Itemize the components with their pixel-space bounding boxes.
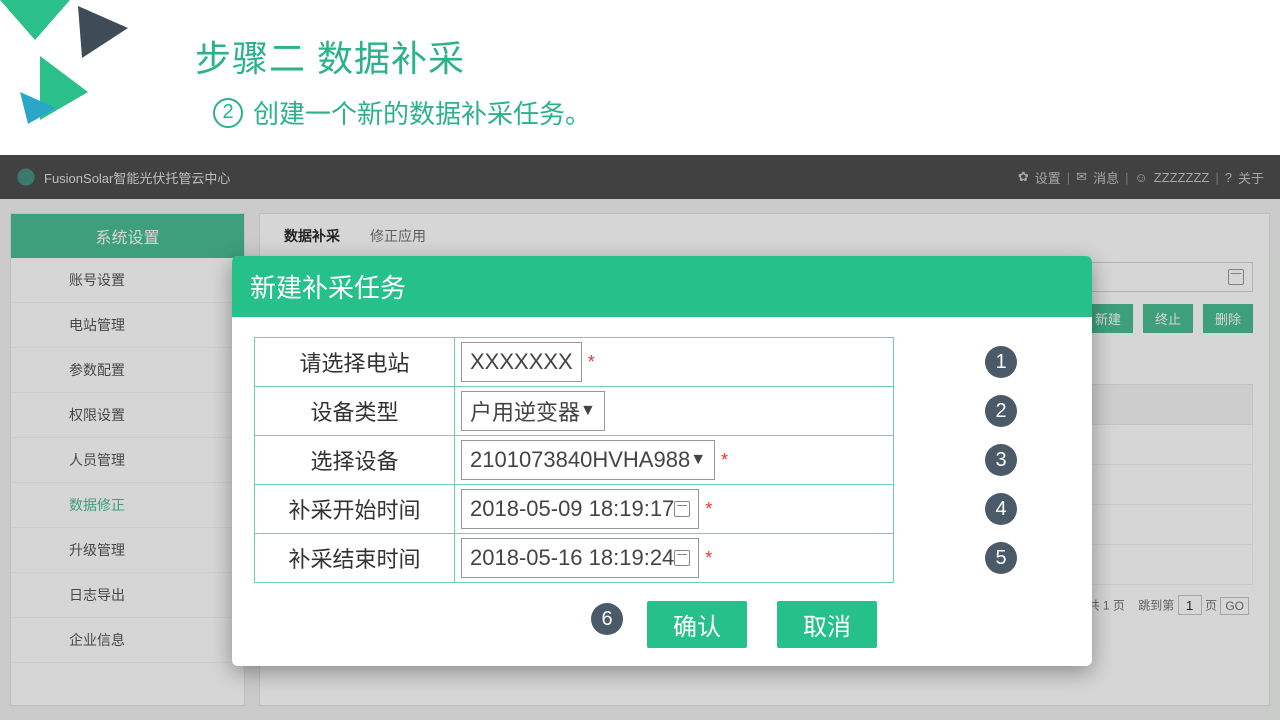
chevron-down-icon: ▼ bbox=[580, 402, 596, 420]
callout-5: 5 bbox=[985, 542, 1017, 574]
brand-text: FusionSolar智能光伏托管云中心 bbox=[44, 168, 230, 187]
sidebar-item-0[interactable]: 账号设置 bbox=[11, 258, 244, 303]
sidebar-item-3[interactable]: 权限设置 bbox=[11, 393, 244, 438]
topbar-about[interactable]: 关于 bbox=[1238, 168, 1264, 187]
form-input-2[interactable]: 2101073840HVHA988▼ bbox=[461, 440, 715, 480]
callout-2: 2 bbox=[985, 395, 1017, 427]
form-value: 2018-05-09 18:19:17 bbox=[470, 496, 674, 522]
pager-total: 共 1 页 bbox=[1088, 599, 1125, 613]
app-topbar: FusionSolar智能光伏托管云中心 ✿ 设置 | ✉ 消息 | ☺ ZZZ… bbox=[0, 155, 1280, 199]
confirm-button[interactable]: 确认 bbox=[647, 601, 747, 648]
form-value: 2101073840HVHA988 bbox=[470, 447, 690, 473]
sidebar-item-8[interactable]: 企业信息 bbox=[11, 618, 244, 663]
pager-page-suffix: 页 bbox=[1205, 599, 1217, 613]
topbar-settings[interactable]: 设置 bbox=[1035, 168, 1061, 187]
modal-title: 新建补采任务 bbox=[232, 256, 1092, 317]
sidebar: 系统设置 账号设置电站管理参数配置权限设置人员管理数据修正升级管理日志导出企业信… bbox=[10, 213, 245, 706]
callout-4: 4 bbox=[985, 493, 1017, 525]
pager-page-input[interactable] bbox=[1178, 595, 1202, 615]
decorative-logo bbox=[0, 0, 170, 130]
slide-title: 步骤二 数据补采 bbox=[195, 30, 591, 82]
calendar-icon bbox=[674, 550, 690, 566]
tab-0[interactable]: 数据补采 bbox=[284, 226, 340, 259]
sidebar-item-4[interactable]: 人员管理 bbox=[11, 438, 244, 483]
form-label: 设备类型 bbox=[255, 387, 455, 436]
form-input-0[interactable]: XXXXXXX bbox=[461, 342, 582, 382]
form-label: 补采开始时间 bbox=[255, 485, 455, 534]
sidebar-item-5[interactable]: 数据修正 bbox=[11, 483, 244, 528]
calendar-icon bbox=[674, 501, 690, 517]
globe-icon bbox=[16, 167, 36, 187]
required-star-icon: * bbox=[705, 499, 712, 520]
form-input-3[interactable]: 2018-05-09 18:19:17 bbox=[461, 489, 699, 529]
sidebar-item-1[interactable]: 电站管理 bbox=[11, 303, 244, 348]
sidebar-item-7[interactable]: 日志导出 bbox=[11, 573, 244, 618]
form-label: 选择设备 bbox=[255, 436, 455, 485]
gear-icon[interactable]: ✿ bbox=[1018, 169, 1029, 185]
sidebar-item-6[interactable]: 升级管理 bbox=[11, 528, 244, 573]
step-number-icon: 2 bbox=[213, 98, 243, 128]
user-icon[interactable]: ☺ bbox=[1134, 170, 1147, 185]
form-input-1[interactable]: 户用逆变器▼ bbox=[461, 391, 605, 431]
form-value: 户用逆变器 bbox=[470, 395, 580, 427]
cancel-button[interactable]: 取消 bbox=[777, 601, 877, 648]
slide-subtitle: 创建一个新的数据补采任务。 bbox=[253, 94, 591, 131]
new-task-modal: 新建补采任务 请选择电站XXXXXXX*1设备类型户用逆变器▼2选择设备2101… bbox=[232, 256, 1092, 666]
required-star-icon: * bbox=[721, 450, 728, 471]
chevron-down-icon: ▼ bbox=[690, 451, 706, 469]
calendar-icon bbox=[1228, 269, 1244, 285]
tab-1[interactable]: 修正应用 bbox=[370, 226, 426, 259]
stop-button[interactable]: 终止 bbox=[1143, 304, 1193, 333]
form-value: XXXXXXX bbox=[470, 349, 573, 375]
callout-6: 6 bbox=[591, 603, 623, 635]
form-input-4[interactable]: 2018-05-16 18:19:24 bbox=[461, 538, 699, 578]
sidebar-title: 系统设置 bbox=[11, 214, 244, 258]
pager-go-button[interactable]: GO bbox=[1220, 597, 1249, 615]
topbar-messages[interactable]: 消息 bbox=[1093, 168, 1119, 187]
callout-1: 1 bbox=[985, 346, 1017, 378]
required-star-icon: * bbox=[705, 548, 712, 569]
mail-icon[interactable]: ✉ bbox=[1076, 169, 1087, 185]
form-label: 补采结束时间 bbox=[255, 534, 455, 583]
sidebar-item-2[interactable]: 参数配置 bbox=[11, 348, 244, 393]
topbar-user[interactable]: ZZZZZZZ bbox=[1154, 170, 1210, 185]
form-label: 请选择电站 bbox=[255, 338, 455, 387]
callout-3: 3 bbox=[985, 444, 1017, 476]
pager-jump-label: 跳到第 bbox=[1138, 599, 1174, 613]
help-icon[interactable]: ? bbox=[1225, 170, 1232, 185]
required-star-icon: * bbox=[588, 352, 595, 373]
delete-button[interactable]: 删除 bbox=[1203, 304, 1253, 333]
form-value: 2018-05-16 18:19:24 bbox=[470, 545, 674, 571]
